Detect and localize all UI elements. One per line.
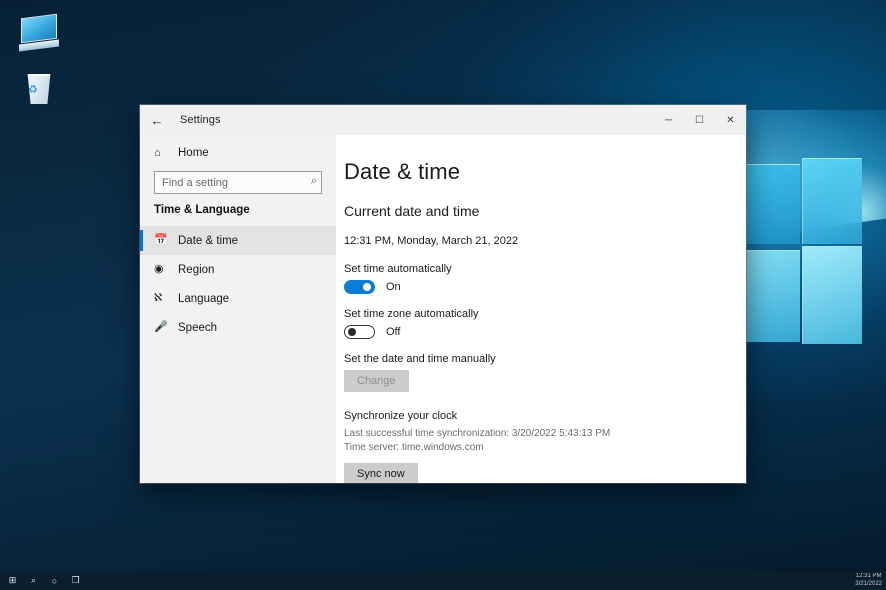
page-title: Date & time — [344, 159, 746, 185]
current-datetime-value: 12:31 PM, Monday, March 21, 2022 — [344, 235, 746, 247]
set-timezone-automatically-state: Off — [386, 326, 400, 338]
sidebar-item-speech-label: Speech — [178, 322, 217, 334]
microphone-icon: 🎤 — [154, 322, 171, 333]
task-view-button[interactable]: ○ — [44, 571, 65, 590]
sidebar-category-heading: Time & Language — [140, 204, 336, 226]
sidebar-item-date-time-label: Date & time — [178, 235, 238, 247]
search-box: ⌕ — [154, 171, 323, 194]
taskbar-file-explorer-button[interactable]: ❐ — [65, 571, 86, 590]
change-button[interactable]: Change — [344, 370, 409, 392]
minimize-button[interactable]: ─ — [653, 105, 684, 135]
toggle-knob-icon — [348, 328, 356, 336]
taskbar-clock-date: 3/21/2022 — [855, 581, 882, 589]
taskbar-search-button[interactable]: ⌕ — [23, 571, 44, 590]
window-title: Settings — [180, 114, 221, 126]
calendar-clock-icon: 📅 — [154, 235, 171, 246]
desktop-icon-recycle-bin[interactable]: ♻ — [12, 70, 66, 104]
sidebar-item-region-label: Region — [178, 264, 214, 276]
desktop-icon-this-pc[interactable] — [12, 14, 66, 49]
language-letter-icon: ℵ — [154, 293, 171, 304]
set-timezone-automatically-row: Off — [344, 325, 746, 339]
set-time-automatically-toggle[interactable] — [344, 280, 375, 294]
folder-icon: ❐ — [71, 575, 79, 586]
window-body: ⌂ Home ⌕ Time & Language 📅 Date & time ◉… — [140, 135, 746, 483]
time-server-text: Time server: time.windows.com — [344, 441, 746, 455]
sidebar: ⌂ Home ⌕ Time & Language 📅 Date & time ◉… — [140, 135, 336, 483]
set-timezone-automatically-toggle[interactable] — [344, 325, 375, 339]
window-title-bar: ← Settings ─ ☐ ✕ — [140, 105, 746, 135]
section-heading-current-date-time: Current date and time — [344, 203, 746, 219]
set-time-automatically-state: On — [386, 281, 401, 293]
sidebar-item-language-label: Language — [178, 293, 229, 305]
last-sync-text: Last successful time synchronization: 3/… — [344, 427, 746, 441]
window-controls: ─ ☐ ✕ — [653, 105, 746, 135]
maximize-icon: ☐ — [695, 115, 704, 126]
synchronize-clock-heading: Synchronize your clock — [344, 410, 746, 422]
start-button[interactable]: ⊞ — [2, 571, 23, 590]
sidebar-item-home-label: Home — [178, 147, 209, 159]
system-tray: 12:31 PM 3/21/2022 — [855, 571, 886, 590]
logo-pane-bottom-left — [744, 250, 800, 342]
monitor-icon — [21, 14, 57, 43]
settings-window: ← Settings ─ ☐ ✕ ⌂ Home — [140, 105, 746, 483]
desktop: ♻ ← Settings ─ ☐ ✕ — [0, 0, 886, 590]
windows-logo-wallpaper — [744, 158, 886, 408]
logo-pane-top-left — [744, 164, 800, 244]
recycle-bin-icon: ♻ — [24, 74, 54, 104]
sidebar-item-home[interactable]: ⌂ Home — [140, 139, 336, 167]
sidebar-item-region[interactable]: ◉ Region — [140, 255, 336, 284]
logo-light-beam — [746, 96, 886, 236]
logo-pane-top-right — [802, 158, 862, 244]
set-timezone-automatically-label: Set time zone automatically — [344, 308, 746, 320]
set-time-automatically-row: On — [344, 280, 746, 294]
recycle-symbol-icon: ♻ — [28, 85, 38, 96]
set-manually-label: Set the date and time manually — [344, 353, 746, 365]
minimize-icon: ─ — [665, 115, 672, 126]
back-arrow-icon: ← — [151, 113, 164, 128]
home-icon: ⌂ — [154, 148, 171, 159]
taskbar-clock-time: 12:31 PM — [855, 573, 882, 581]
sidebar-item-date-time[interactable]: 📅 Date & time — [140, 226, 336, 255]
task-view-icon: ○ — [52, 576, 57, 586]
maximize-button[interactable]: ☐ — [684, 105, 715, 135]
logo-pane-bottom-right — [802, 246, 862, 344]
search-icon: ⌕ — [31, 575, 36, 586]
set-time-automatically-label: Set time automatically — [344, 263, 746, 275]
sync-now-button[interactable]: Sync now — [344, 463, 418, 483]
main-content: Date & time Current date and time 12:31 … — [336, 135, 746, 483]
sidebar-item-speech[interactable]: 🎤 Speech — [140, 313, 336, 342]
close-icon: ✕ — [726, 115, 734, 126]
sidebar-item-language[interactable]: ℵ Language — [140, 284, 336, 313]
taskbar: ⊞ ⌕ ○ ❐ 12:31 PM 3/21/2022 — [0, 571, 886, 590]
toggle-knob-icon — [363, 283, 371, 291]
close-button[interactable]: ✕ — [715, 105, 746, 135]
back-button[interactable]: ← — [140, 105, 174, 135]
taskbar-clock[interactable]: 12:31 PM 3/21/2022 — [855, 573, 882, 589]
globe-icon: ◉ — [154, 264, 171, 275]
windows-start-icon: ⊞ — [9, 575, 17, 586]
search-input[interactable] — [154, 171, 322, 194]
